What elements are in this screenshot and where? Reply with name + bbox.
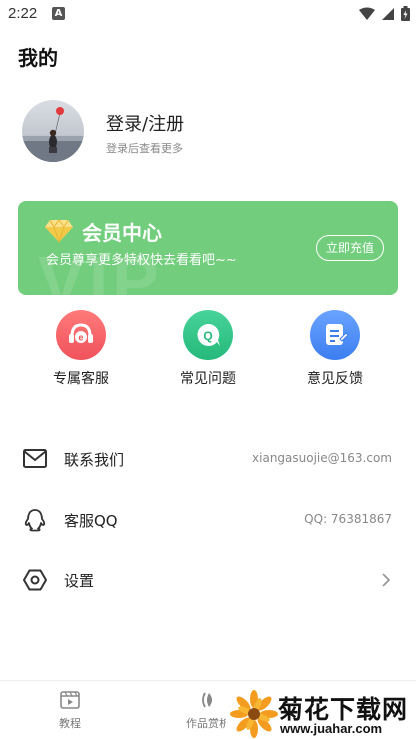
vip-description: 会员尊享更多特权快去看看吧~~ — [46, 253, 237, 268]
notification-icon: A — [52, 7, 65, 20]
works-icon — [202, 692, 212, 708]
status-icons — [359, 6, 410, 21]
watermark-url: www.juahar.com — [280, 721, 383, 736]
mail-icon — [23, 449, 47, 468]
vip-title: 会员中心 — [82, 221, 162, 245]
settings-label: 设置 — [64, 572, 95, 590]
service-qq-label: 客服QQ — [64, 512, 118, 530]
feedback-button[interactable]: 意见反馈 — [275, 310, 395, 388]
nav-label: 教程 — [59, 717, 81, 730]
service-qq-number: QQ: 76381867 — [304, 512, 392, 526]
vip-center-card[interactable]: VIP 会员中心 会员尊享更多特权快去看看吧~~ 立即充值 — [18, 201, 398, 295]
question-chat-icon: Q — [183, 310, 233, 360]
headset-icon: e — [56, 310, 106, 360]
contact-us-row[interactable]: 联系我们 xiangasuojie@163.com — [0, 434, 416, 484]
status-time: 2:22 — [8, 5, 38, 22]
nav-label: 作品赏析 — [186, 717, 230, 730]
avatar-image — [22, 107, 84, 162]
site-watermark: 菊花下载网 www.juahar.com — [226, 686, 416, 739]
quick-action-label: 专属客服 — [53, 371, 109, 387]
contact-us-label: 联系我们 — [64, 451, 125, 469]
quick-action-label: 意见反馈 — [307, 371, 363, 387]
login-register-link[interactable]: 登录/注册 — [106, 110, 184, 136]
status-bar: 2:22 A — [0, 0, 416, 28]
wifi-icon — [359, 7, 375, 20]
diamond-icon — [45, 219, 73, 243]
page-title: 我的 — [18, 46, 58, 70]
quick-action-label: 常见问题 — [180, 371, 236, 387]
flower-logo-icon — [230, 690, 278, 738]
login-hint: 登录后查看更多 — [106, 142, 183, 155]
svg-text:e: e — [78, 333, 83, 343]
signal-icon — [382, 7, 394, 20]
contact-email: xiangasuojie@163.com — [252, 451, 392, 465]
battery-icon — [401, 6, 410, 21]
faq-button[interactable]: Q 常见问题 — [148, 310, 268, 388]
nav-tutorial[interactable]: 教程 — [30, 689, 110, 731]
svg-text:Q: Q — [203, 329, 212, 343]
settings-row[interactable]: 设置 — [0, 555, 416, 605]
settings-icon — [23, 569, 47, 591]
feedback-icon — [310, 310, 360, 360]
chevron-right-icon — [382, 573, 391, 587]
avatar[interactable] — [22, 100, 84, 162]
exclusive-service-button[interactable]: e 专属客服 — [21, 310, 141, 388]
video-icon — [60, 691, 80, 709]
qq-icon — [24, 509, 46, 532]
recharge-button[interactable]: 立即充值 — [316, 235, 384, 261]
service-qq-row[interactable]: 客服QQ QQ: 76381867 — [0, 495, 416, 545]
